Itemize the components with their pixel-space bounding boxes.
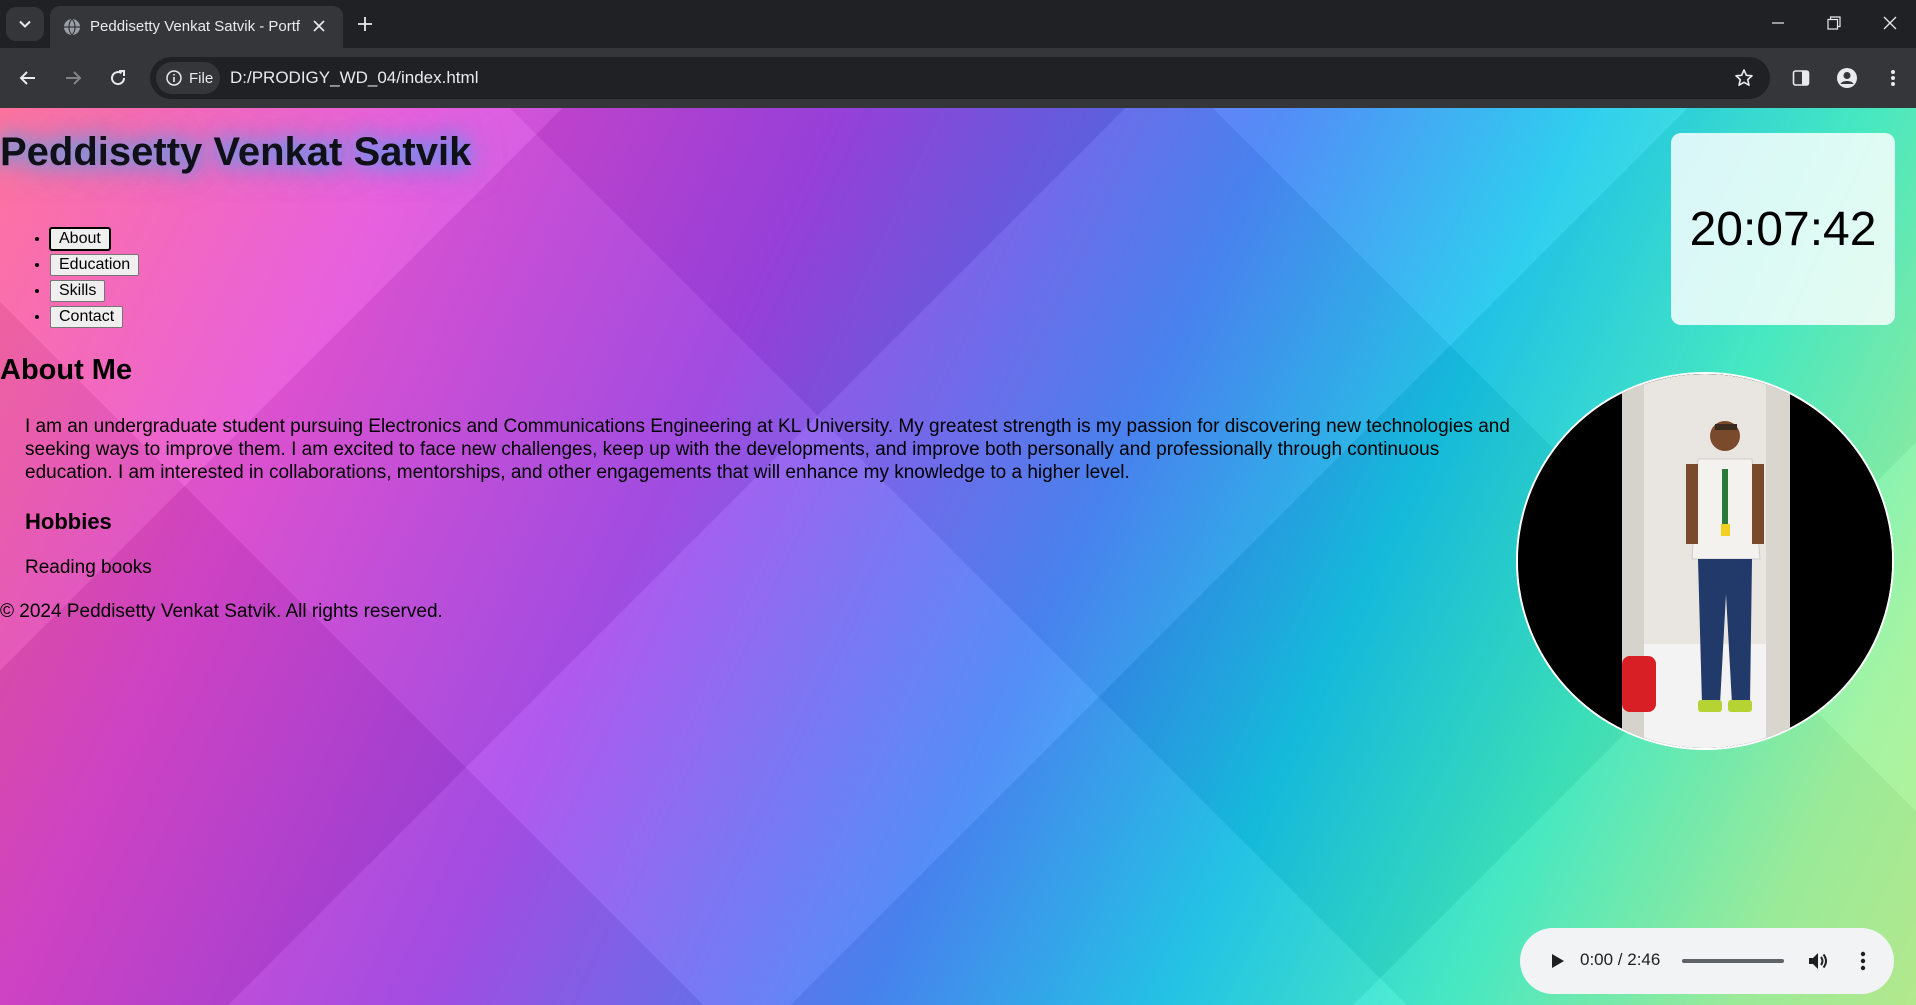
about-heading: About Me	[0, 354, 133, 386]
forward-arrow-icon	[66, 71, 82, 85]
hobby-item: Reading books	[25, 557, 152, 578]
minimize-button[interactable]	[1750, 0, 1806, 46]
profile-button[interactable]	[1829, 60, 1865, 96]
restore-button[interactable]	[1806, 0, 1862, 46]
tab-title: Peddisetty Venkat Satvik - Portfolio	[90, 18, 300, 35]
nav-item-contact: Contact	[50, 304, 139, 330]
bookmark-star-icon[interactable]	[1730, 64, 1758, 92]
footer-text: © 2024 Peddisetty Venkat Satvik. All rig…	[0, 601, 443, 622]
play-icon[interactable]	[1544, 948, 1570, 974]
back-button[interactable]	[10, 60, 46, 96]
tab-strip: Peddisetty Venkat Satvik - Portfolio	[0, 0, 1916, 48]
reload-icon	[111, 70, 126, 86]
nav-about-button[interactable]: About	[49, 227, 111, 251]
profile-icon	[1837, 68, 1857, 88]
restore-icon	[1827, 16, 1841, 30]
profile-photo	[1516, 372, 1894, 750]
close-icon	[1883, 16, 1897, 30]
volume-icon[interactable]	[1805, 948, 1831, 974]
main-nav: About Education Skills Contact	[0, 226, 140, 330]
tab-search-button[interactable]	[6, 7, 44, 41]
globe-icon	[64, 18, 80, 36]
about-paragraph: I am an undergraduate student pursuing E…	[25, 416, 1510, 483]
browser-toolbar: File D:/PRODIGY_WD_04/index.html	[0, 48, 1916, 108]
new-tab-button[interactable]	[351, 10, 379, 38]
chevron-down-icon	[19, 20, 31, 28]
nav-skills-button[interactable]: Skills	[50, 280, 106, 302]
forward-button[interactable]	[55, 60, 91, 96]
nav-education-button[interactable]: Education	[50, 254, 140, 276]
page-viewport: Peddisetty Venkat Satvik About Education…	[0, 108, 1916, 1005]
back-arrow-icon	[19, 71, 35, 85]
plus-icon	[358, 17, 372, 31]
reload-button[interactable]	[100, 60, 136, 96]
nav-item-education: Education	[50, 252, 140, 278]
nav-item-skills: Skills	[50, 278, 139, 304]
profile-photo-image	[1518, 374, 1892, 748]
site-info-label: File	[189, 69, 214, 87]
audio-progress-slider[interactable]	[1682, 959, 1784, 963]
digital-clock: 20:07:42	[1671, 133, 1895, 325]
address-bar[interactable]: File D:/PRODIGY_WD_04/index.html	[150, 57, 1770, 99]
minimize-icon	[1772, 22, 1784, 24]
nav-contact-button[interactable]: Contact	[50, 306, 124, 328]
url-text[interactable]: D:/PRODIGY_WD_04/index.html	[230, 68, 478, 88]
site-info-chip[interactable]: File	[156, 62, 220, 94]
more-options-icon[interactable]	[1850, 948, 1876, 974]
page-title: Peddisetty Venkat Satvik	[0, 130, 472, 174]
close-window-button[interactable]	[1862, 0, 1916, 46]
hobbies-heading: Hobbies	[25, 509, 112, 534]
info-icon	[166, 70, 182, 86]
kebab-menu-icon	[1891, 70, 1895, 86]
menu-button[interactable]	[1875, 60, 1911, 96]
nav-item-about: About	[49, 226, 139, 252]
side-panel-icon	[1792, 70, 1810, 86]
close-tab-icon[interactable]	[307, 14, 331, 38]
browser-tab[interactable]: Peddisetty Venkat Satvik - Portfolio	[50, 6, 343, 48]
side-panel-button[interactable]	[1783, 60, 1819, 96]
audio-player[interactable]: 0:00 / 2:46	[1520, 928, 1894, 994]
audio-time: 0:00 / 2:46	[1580, 950, 1661, 969]
